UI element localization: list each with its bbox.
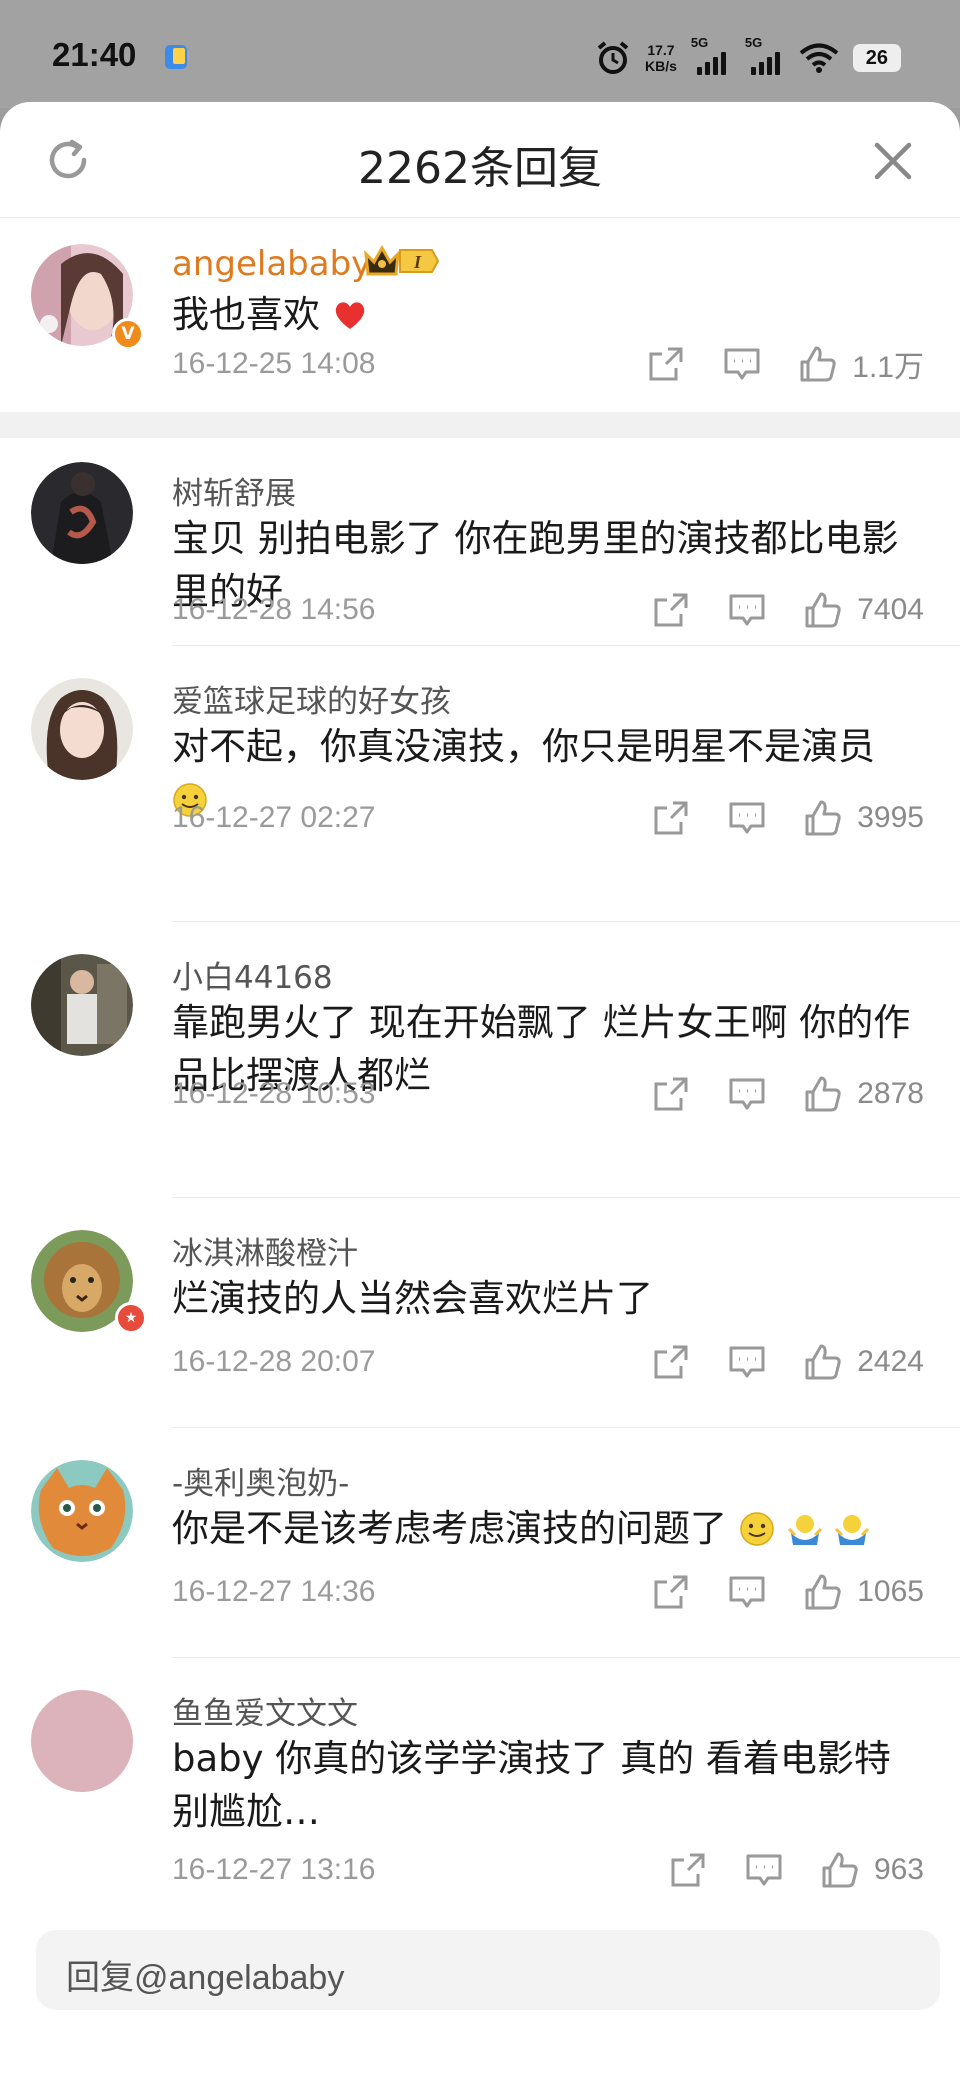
share-icon[interactable] [651,1342,691,1382]
comment-time: 16-12-28 14:56 [172,593,376,626]
close-icon[interactable] [872,140,914,182]
like-button[interactable]: 3995 [803,798,924,838]
like-icon[interactable] [803,798,843,838]
like-count: 7404 [857,593,924,626]
comment-icon[interactable] [727,590,767,630]
verified-icon: V [112,318,144,350]
comment-icon[interactable] [744,1850,784,1890]
comment-meta: 16-12-28 10:53 2878 [172,1074,924,1114]
crown-icon: I [364,244,440,276]
comment-item[interactable]: 鱼鱼爱文文文 baby 你真的该学学演技了 真的 看着电影特别尴尬… 16-12… [31,1658,960,1918]
comment-item[interactable]: 小白44168 靠跑男火了 现在开始飘了 烂片女王啊 你的作品比摆渡人都烂 16… [31,922,960,1198]
comment-meta: 16-12-27 02:27 3995 [172,798,924,838]
comment-meta: 16-12-27 14:36 1065 [172,1572,924,1612]
like-count: 963 [873,1853,924,1886]
comment-text: baby 你真的该学学演技了 真的 看着电影特别尴尬… [172,1737,891,1833]
sheet-header: 2262条回复 [0,102,960,218]
like-count: 3995 [857,801,924,834]
like-icon[interactable] [820,1850,860,1890]
status-bar: 21:40 17.7 KB/s 5G 5G 26 [0,0,960,108]
svg-text:I: I [413,252,422,272]
battery-indicator: 26 [852,44,901,72]
comment-meta: 16-12-28 20:07 2424 [172,1342,924,1382]
comment-icon[interactable] [727,1572,767,1612]
username[interactable]: 鱼鱼爱文文文 [172,1688,358,1733]
share-icon[interactable] [668,1850,708,1890]
heart-emoji [335,302,364,329]
like-icon[interactable] [803,590,843,630]
like-icon[interactable] [803,1342,843,1382]
like-button[interactable]: 1.1万 [798,342,924,386]
comment-time: 16-12-28 10:53 [172,1077,376,1110]
like-icon[interactable] [803,1074,843,1114]
network-speed: 17.7 KB/s [645,42,677,74]
comment-icon[interactable] [727,1074,767,1114]
comment-time: 16-12-27 13:16 [172,1853,376,1886]
smile-emoji [740,1512,774,1546]
comment-icon[interactable] [722,344,762,384]
like-button[interactable]: 1065 [803,1572,924,1612]
page-title: 2262条回复 [358,143,602,194]
comment-time: 16-12-28 20:07 [172,1345,376,1378]
share-icon[interactable] [651,1572,691,1612]
like-count: 1065 [857,1575,924,1608]
replies-sheet: 2262条回复 V angelababy I 我也喜欢 16-12-25 14:… [0,102,960,2090]
comment-item[interactable]: V angelababy I 我也喜欢 16-12-25 14:08 1.1万 [31,218,960,412]
like-count: 2424 [857,1345,924,1378]
comment-icon[interactable] [727,1342,767,1382]
comment-text: 你是不是该考虑考虑演技的问题了 [172,1502,912,1555]
status-icons: 17.7 KB/s 5G 5G 26 [595,35,901,80]
reply-placeholder: 回复@angelababy [66,1959,345,1997]
like-icon[interactable] [798,344,838,384]
share-icon[interactable] [651,798,691,838]
shrug-emoji [787,1515,822,1545]
like-button[interactable]: 7404 [803,590,924,630]
avatar[interactable] [31,678,133,780]
comment-time: 16-12-27 02:27 [172,801,376,834]
comment-text: 烂演技的人当然会喜欢烂片了 [172,1277,653,1320]
section-divider [0,412,960,438]
like-button[interactable]: 963 [820,1850,924,1890]
comment-meta: 16-12-27 13:16 963 [172,1850,924,1890]
comment-item[interactable]: -奥利奥泡奶- 你是不是该考虑考虑演技的问题了 16-12-27 14:36 1… [31,1428,960,1658]
avatar[interactable] [31,1690,133,1792]
username[interactable]: 树斩舒展 [172,468,296,513]
username[interactable]: 冰淇淋酸橙汁 [172,1228,358,1273]
username[interactable]: -奥利奥泡奶- [172,1458,349,1503]
like-count: 1.1万 [852,351,924,384]
comment-text: 我也喜欢 [172,288,912,341]
avatar[interactable] [31,954,133,1056]
username[interactable]: 小白44168 [172,952,333,997]
share-icon[interactable] [651,590,691,630]
wifi-icon [799,43,839,73]
verified-icon: ★ [115,1302,147,1334]
avatar[interactable] [31,462,133,564]
comment-meta: 16-12-28 14:56 7404 [172,590,924,630]
avatar[interactable] [31,1460,133,1562]
username[interactable]: angelababy [172,244,371,284]
like-icon[interactable] [803,1572,843,1612]
like-count: 2878 [857,1077,924,1110]
comment-item[interactable]: 爱篮球足球的好女孩 对不起，你真没演技，你只是明星不是演员 16-12-27 0… [31,646,960,922]
reply-input[interactable]: 回复@angelababy [36,1930,940,2010]
signal-1-icon: 5G [691,35,731,75]
comment-time: 16-12-27 14:36 [172,1575,376,1608]
like-button[interactable]: 2424 [803,1342,924,1382]
comment-time: 16-12-25 14:08 [172,347,376,380]
signal-2-icon: 5G [745,35,785,75]
share-icon[interactable] [651,1074,691,1114]
username[interactable]: 爱篮球足球的好女孩 [172,676,451,721]
comment-item[interactable]: 树斩舒展 宝贝 别拍电影了 你在跑男里的演技都比电影里的好 16-12-28 1… [31,438,960,646]
status-time: 21:40 [52,36,137,73]
shrug-emoji [835,1515,870,1545]
alarm-icon [597,41,629,74]
app-notification-icon [165,45,187,69]
comment-icon[interactable] [727,798,767,838]
share-icon[interactable] [646,344,686,384]
comment-meta: 16-12-25 14:08 1.1万 [172,344,924,384]
comment-item[interactable]: ★ 冰淇淋酸橙汁 烂演技的人当然会喜欢烂片了 16-12-28 20:07 24… [31,1198,960,1428]
like-button[interactable]: 2878 [803,1074,924,1114]
